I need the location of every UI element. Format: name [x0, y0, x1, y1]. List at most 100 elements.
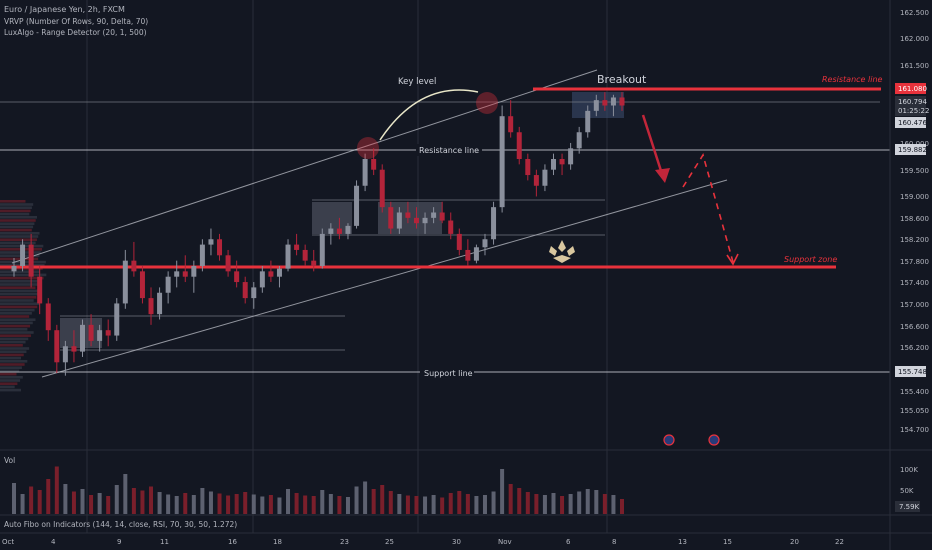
candle-body [165, 276, 171, 293]
candle-body [405, 212, 411, 218]
volume-profile-row [0, 225, 34, 229]
candle-body [602, 100, 608, 106]
candle-body [234, 271, 240, 283]
event-flag-icon [663, 434, 675, 446]
volume-bar [251, 494, 256, 514]
volume-bar [551, 493, 556, 514]
volume-current: 7.59K [899, 503, 920, 511]
volume-profile-row [0, 283, 39, 286]
volume-profile-row [0, 344, 23, 347]
candle-body [105, 330, 111, 336]
volume-bar [397, 494, 402, 514]
indicator-pane-label[interactable]: Auto Fibo on Indicators (144, 14, close,… [4, 520, 237, 529]
volume-profile-row [0, 366, 22, 369]
volume-profile-row [0, 232, 40, 235]
volume-bar [491, 491, 496, 514]
time-tick: 30 [452, 538, 461, 546]
volume-bar [534, 494, 539, 514]
volume-bar [405, 495, 410, 514]
candle-body [431, 212, 437, 218]
volume-bar [457, 491, 462, 514]
time-tick: 16 [228, 538, 237, 546]
volume-profile-row [0, 222, 35, 225]
resistance-line-red-label[interactable]: Resistance line [822, 75, 883, 84]
volume-profile-row [0, 356, 22, 360]
volume-bar [80, 489, 85, 514]
candle-body [516, 132, 522, 159]
candle-body [182, 271, 188, 277]
candle-body [559, 159, 565, 165]
support-line-label[interactable]: Support line [424, 369, 473, 378]
volume-profile-row [0, 286, 36, 289]
highlight-circle-2 [476, 92, 498, 114]
candle-body [122, 260, 128, 304]
candle-body [45, 303, 51, 331]
volume-bar [12, 483, 16, 514]
volume-bar [114, 485, 119, 514]
volume-profile-row [0, 318, 36, 321]
volume-profile-row [0, 382, 18, 385]
candle-body [285, 244, 291, 269]
candle-body [191, 266, 197, 277]
price-tick: 161.500 [900, 62, 929, 70]
candle-body [37, 276, 43, 304]
candle-body [576, 132, 582, 149]
candle-body [276, 268, 282, 277]
chart-canvas[interactable]: Euro / Japanese Yen, 2h, FXCM VRVP (Numb… [0, 0, 932, 550]
volume-bar [106, 496, 111, 514]
indicator-range-detector[interactable]: LuxAlgo - Range Detector (20, 1, 500) [4, 28, 147, 37]
time-tick: 22 [835, 538, 844, 546]
support-price: 155.748 [898, 368, 927, 376]
volume-profile-row [0, 315, 30, 318]
support-zone-label[interactable]: Support zone [784, 255, 837, 264]
volume-profile-row [0, 203, 34, 206]
volume-profile-row [0, 340, 26, 344]
candle-body [379, 169, 385, 208]
volume-bar [482, 495, 487, 514]
volume-profile-row [0, 360, 28, 363]
candle-body [465, 249, 471, 261]
volume-bar [560, 496, 565, 514]
volume-bar [277, 497, 282, 514]
volume-bar [140, 490, 145, 514]
volume-bar [286, 489, 291, 514]
current-price: 160.794 [898, 98, 927, 106]
volume-bar [268, 495, 273, 514]
volume-profile-row [0, 209, 31, 213]
candle-body [336, 228, 342, 234]
candle-body [302, 249, 308, 261]
volume-bar [131, 488, 136, 514]
indicator-vrvp[interactable]: VRVP (Number Of Rows, 90, Delta, 70) [4, 17, 148, 26]
volume-profile-row [0, 206, 32, 209]
volume-bar [620, 499, 624, 514]
volume-bar [577, 491, 582, 514]
volume-bar [243, 492, 248, 514]
volume-profile-row [0, 212, 30, 216]
candle-body [294, 244, 300, 250]
price-tick: 162.500 [900, 9, 929, 17]
candle-body [525, 159, 531, 176]
candle-body [610, 97, 616, 106]
resistance-line-label[interactable]: Resistance line [419, 146, 479, 155]
key-level-label[interactable]: Key level [398, 77, 436, 87]
time-tick: 11 [160, 538, 169, 546]
candle-body [242, 282, 248, 299]
volume-pane-label[interactable]: Vol [4, 456, 15, 465]
volume-bar [585, 489, 590, 514]
volume-bar [423, 496, 428, 514]
volume-bar [157, 492, 162, 514]
volume-profile-row [0, 334, 31, 337]
volume-profile-row [0, 347, 30, 350]
candle-body [482, 239, 488, 248]
candle-body [225, 255, 231, 272]
candle-body [345, 225, 351, 234]
candle-body [585, 110, 591, 133]
breakout-label[interactable]: Breakout [597, 73, 647, 86]
candle-body [311, 260, 317, 266]
symbol-title[interactable]: Euro / Japanese Yen, 2h, FXCM [4, 5, 125, 14]
time-tick: 23 [340, 538, 349, 546]
volume-bar [345, 497, 350, 514]
volume-bar [337, 496, 342, 514]
volume-bar [294, 493, 299, 514]
low-price: 160.476 [898, 119, 927, 127]
